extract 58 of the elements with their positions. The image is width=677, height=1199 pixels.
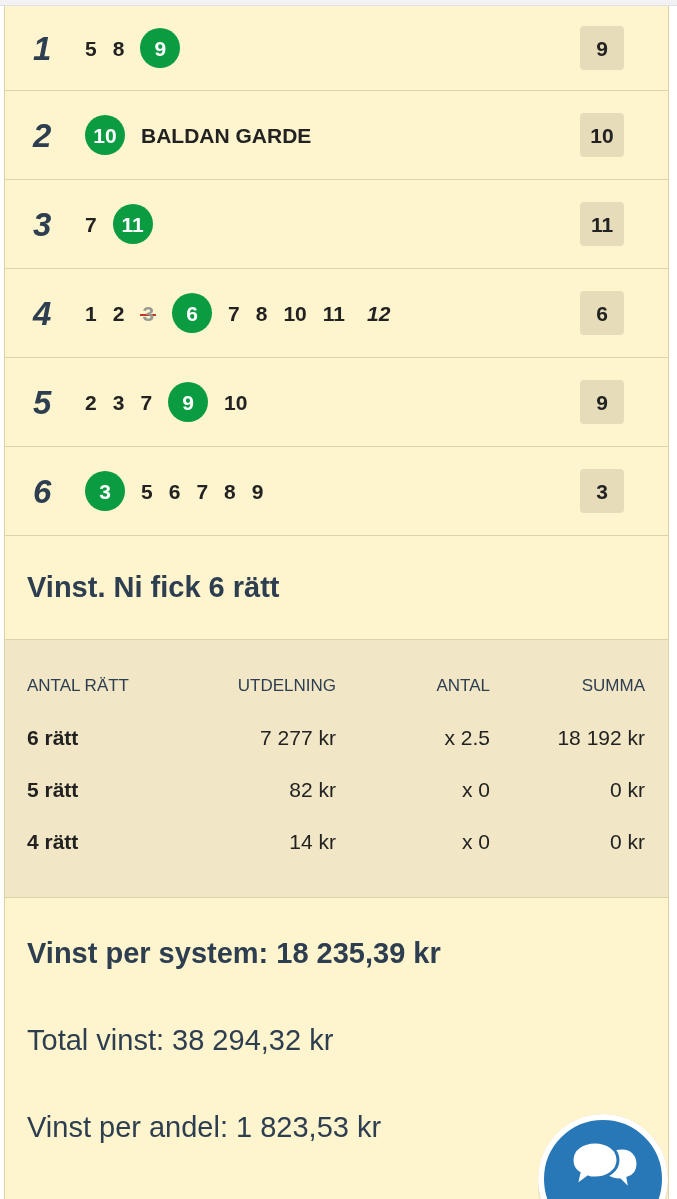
horse-number: 8 <box>112 37 125 59</box>
race-number: 3 <box>33 207 53 241</box>
column-header: ANTAL RÄTT <box>27 675 130 698</box>
summary-line: Total vinst: 38 294,32 kr <box>27 1022 334 1058</box>
horse-number: 7 <box>228 302 240 324</box>
summary-line: Vinst per andel: 1 823,53 kr <box>27 1109 382 1145</box>
winner-badge: 3 <box>580 469 624 513</box>
table-cell-text: x 0 <box>461 829 490 856</box>
winner-number: 3 <box>85 471 125 511</box>
table-cell-text: 14 kr <box>288 829 336 856</box>
horse-number: 7 <box>196 480 209 502</box>
horse-number: 7 <box>85 213 97 235</box>
race-number: 1 <box>33 31 53 65</box>
table-cell-text: x 2.5 <box>443 725 490 752</box>
horse-number: 10 <box>224 391 248 413</box>
reserve-number: 12 <box>367 302 391 324</box>
winner-badge: 6 <box>580 291 624 335</box>
winner-badge: 11 <box>580 202 624 246</box>
summary-line: Vinst per system: 18 235,39 kr <box>27 935 441 971</box>
winner-number: 11 <box>112 204 153 244</box>
race-number: 6 <box>33 474 53 508</box>
horse-number: 6 <box>168 480 181 502</box>
horse-number: 2 <box>112 302 125 324</box>
winner-badge: 9 <box>580 380 624 424</box>
table-cell-text: 6 rätt <box>27 725 80 752</box>
column-header: ANTAL <box>435 675 490 698</box>
table-cell-text: 82 kr <box>288 777 336 804</box>
horse-number: 2 <box>85 391 97 413</box>
table-cell-text: 0 kr <box>609 829 645 856</box>
horse-number: 8 <box>224 480 236 502</box>
horse-number: 8 <box>255 302 268 324</box>
winner-badge: 10 <box>580 113 624 157</box>
horse-name: BALDAN GARDE <box>141 124 312 146</box>
winner-badge: 9 <box>580 26 624 70</box>
table-cell-text: 18 192 kr <box>556 725 645 752</box>
table-cell-text: 4 rätt <box>27 829 80 856</box>
winner-number: 9 <box>168 382 209 422</box>
result-heading: Vinst. Ni fick 6 rätt <box>27 569 280 605</box>
column-header: SUMMA <box>580 675 645 698</box>
column-header: UTDELNING <box>236 675 336 698</box>
race-number: 2 <box>33 118 53 152</box>
winner-number: 6 <box>172 293 213 333</box>
table-cell-text: 7 277 kr <box>259 725 336 752</box>
winner-number: 9 <box>140 28 181 68</box>
horse-number: 1 <box>85 302 97 324</box>
race-number: 5 <box>33 385 53 419</box>
horse-number: 11 <box>322 302 345 324</box>
horse-number: 7 <box>140 391 153 413</box>
race-number: 4 <box>33 296 53 330</box>
horse-number: 3 <box>112 391 125 413</box>
horse-number: 5 <box>141 480 153 502</box>
table-cell-text: 5 rätt <box>27 777 80 804</box>
table-cell-text: x 0 <box>461 777 490 804</box>
table-cell-text: 0 kr <box>609 777 645 804</box>
winner-number: 10 <box>85 115 125 155</box>
horse-number: 10 <box>283 302 307 324</box>
horse-number: 5 <box>85 37 97 59</box>
horse-number: 9 <box>251 480 264 502</box>
